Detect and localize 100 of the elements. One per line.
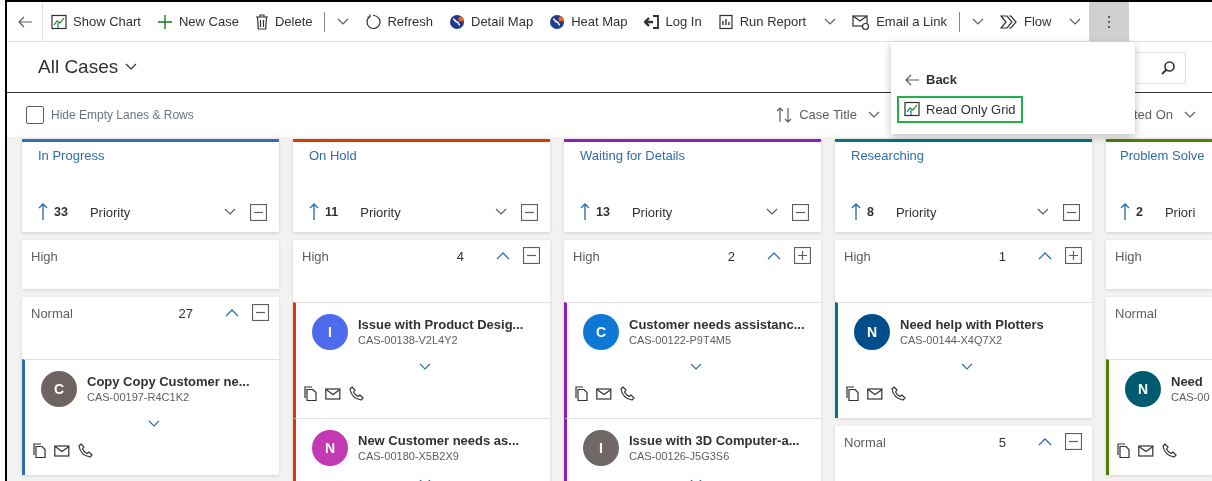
email-button[interactable]: [1138, 444, 1154, 457]
case-card[interactable]: N Need help with Plotters CAS-00144-X4Q7X2: [835, 302, 1092, 418]
toolbar-button[interactable]: Heat Map: [541, 2, 636, 41]
document-icon: [575, 386, 588, 401]
mail-icon: [325, 387, 341, 400]
collapse-button[interactable]: [1038, 437, 1052, 446]
case-card[interactable]: C Customer needs assistanc... CAS-00122-P9T4M5: [564, 302, 821, 418]
dropdown-button[interactable]: [495, 208, 507, 217]
toolbar-button[interactable]: Delete: [246, 2, 321, 41]
sort-field[interactable]: Priority: [360, 202, 495, 222]
collapse-button[interactable]: [252, 304, 269, 321]
case-title: Customer needs assistanc...: [629, 317, 805, 333]
collapse-button[interactable]: [767, 251, 781, 260]
lane-count: 8: [867, 203, 874, 221]
group-count: 2: [727, 248, 735, 266]
collapse-button[interactable]: [792, 203, 809, 221]
call-button[interactable]: [891, 386, 906, 401]
avatar: N: [312, 430, 348, 466]
toolbar-button[interactable]: Flow: [991, 2, 1090, 41]
sort-field[interactable]: Priority: [895, 202, 1037, 222]
notes-button[interactable]: [1117, 443, 1130, 458]
toolbar-button[interactable]: Email a Link: [844, 2, 955, 41]
email-button[interactable]: [867, 387, 883, 400]
collapse-button[interactable]: [523, 247, 540, 264]
up-arrow-icon: [1120, 203, 1130, 222]
sort-button[interactable]: Case Title: [776, 105, 880, 125]
up-arrow-icon: [851, 203, 861, 222]
expand-button[interactable]: [794, 247, 811, 264]
expand-button[interactable]: [148, 420, 160, 428]
sort-field[interactable]: Priority: [89, 202, 224, 222]
notes-button[interactable]: [575, 386, 588, 401]
collapse-icon: [1063, 203, 1080, 221]
collapse-icon: [523, 247, 540, 264]
avatar: N: [854, 314, 890, 350]
mail-icon: [54, 444, 70, 457]
case-card[interactable]: I Issue with 3D Computer-a... CAS-00126-J5G3S6: [564, 418, 821, 481]
toolbar-button[interactable]: Run Report: [709, 2, 845, 41]
document-icon: [846, 386, 859, 401]
report-icon: [717, 13, 734, 30]
case-number: CAS-00180-X5B2X9: [358, 449, 460, 463]
more-icon: [1107, 14, 1112, 29]
mail-icon: [867, 387, 883, 400]
case-card[interactable]: C Copy Copy Customer ne... CAS-00197-R4C1K2: [22, 359, 279, 475]
call-button[interactable]: [1162, 443, 1177, 458]
case-card[interactable]: N New Customer needs as... CAS-00180-X5B2X9: [293, 418, 550, 481]
expand-button[interactable]: [961, 363, 973, 371]
document-icon: [1117, 443, 1130, 458]
sort-field[interactable]: Priori: [1164, 202, 1212, 222]
trash-icon: [254, 13, 269, 30]
call-button[interactable]: [349, 386, 364, 401]
lane-count: 13: [596, 203, 610, 221]
notes-button[interactable]: [846, 386, 859, 401]
document-icon: [33, 443, 46, 458]
group-label: High: [1115, 248, 1143, 266]
collapse-button[interactable]: [1065, 433, 1082, 450]
chevron-up-icon: [225, 308, 239, 317]
expand-button[interactable]: [690, 363, 702, 371]
view-selector[interactable]: All Cases: [38, 52, 138, 82]
dropdown-button[interactable]: [1037, 208, 1049, 217]
chevron-down-icon: [1069, 17, 1082, 26]
sign-in-icon: [643, 13, 660, 30]
collapse-button[interactable]: [1038, 251, 1052, 260]
lane-count: 2: [1136, 203, 1143, 221]
notes-button[interactable]: [33, 443, 46, 458]
phone-icon: [891, 386, 906, 401]
notes-button[interactable]: [304, 386, 317, 401]
toolbar-button[interactable]: Show Chart: [43, 2, 149, 41]
call-button[interactable]: [78, 443, 93, 458]
email-button[interactable]: [596, 387, 612, 400]
avatar: I: [312, 314, 348, 350]
dropdown-button[interactable]: [766, 208, 778, 217]
toolbar-button[interactable]: Log In: [635, 2, 710, 41]
menu-item[interactable]: Read Only Grid: [897, 95, 1023, 123]
case-card[interactable]: N Need CAS-00: [1106, 359, 1212, 475]
case-number: CAS-00138-V2L4Y2: [358, 333, 459, 347]
email-button[interactable]: [54, 444, 70, 457]
chevron-down-icon: [1184, 111, 1196, 119]
collapse-button[interactable]: [225, 308, 239, 317]
collapse-icon: [250, 203, 267, 221]
collapse-button[interactable]: [496, 251, 510, 260]
back-menu-item[interactable]: Back: [897, 66, 965, 94]
chevron-down-icon: [337, 17, 350, 26]
expand-button[interactable]: [1065, 247, 1082, 264]
collapse-button[interactable]: [1063, 203, 1080, 221]
toolbar-button[interactable]: Detail Map: [441, 2, 542, 41]
collapse-button[interactable]: [521, 203, 538, 221]
up-arrow-icon: [580, 203, 590, 222]
sort-field[interactable]: Priority: [631, 202, 766, 222]
collapse-button[interactable]: [250, 203, 267, 221]
expand-button[interactable]: [419, 363, 431, 371]
email-button[interactable]: [325, 387, 341, 400]
call-button[interactable]: [620, 386, 635, 401]
dropdown-button[interactable]: [224, 208, 236, 217]
phone-icon: [349, 386, 364, 401]
case-card[interactable]: I Issue with Product Desig... CAS-00138-V2L4Y2: [293, 302, 550, 418]
toolbar-button[interactable]: New Case: [148, 2, 247, 41]
group-label: Normal: [31, 305, 74, 323]
back-arrow-icon: [904, 72, 920, 87]
checkbox[interactable]: [26, 106, 44, 124]
toolbar-button[interactable]: Refresh: [357, 2, 441, 41]
